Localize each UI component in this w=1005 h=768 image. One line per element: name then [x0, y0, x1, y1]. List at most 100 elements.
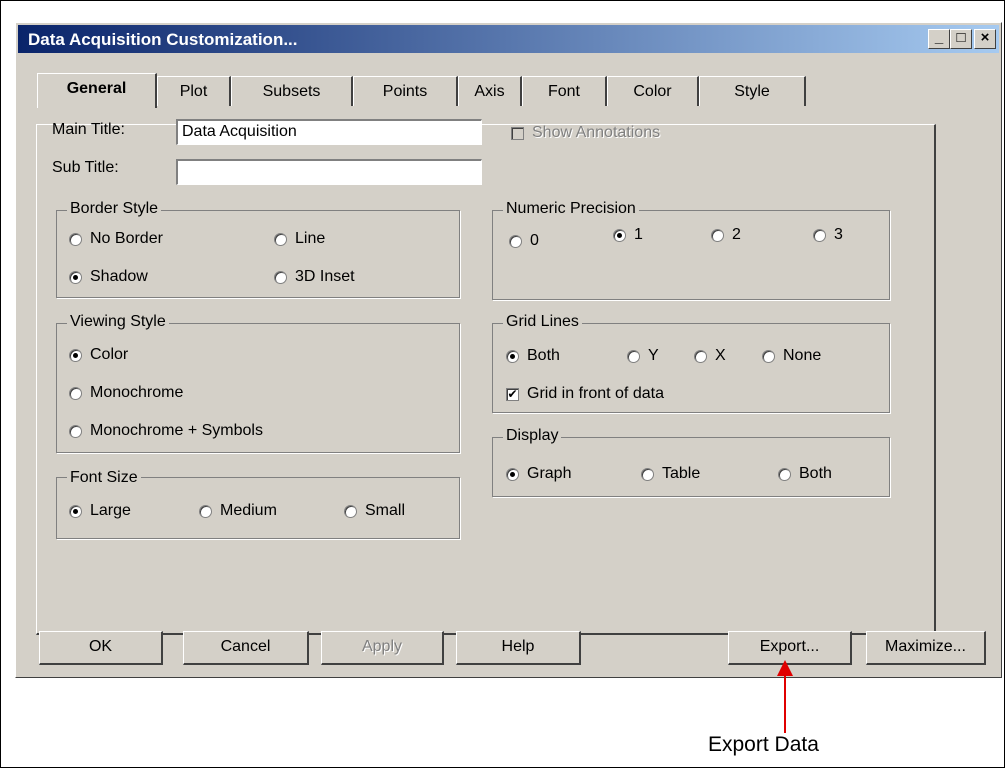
radio-label: Table: [662, 465, 701, 482]
radio-label: Both: [799, 465, 832, 482]
radio-icon: [274, 232, 287, 246]
dialog-window: Data Acquisition Customization... _ □ × …: [15, 22, 1002, 678]
minimize-button[interactable]: _: [928, 29, 950, 49]
display-both-radio[interactable]: Both: [778, 465, 832, 483]
radio-label: Graph: [527, 465, 572, 482]
display-graph-radio[interactable]: Graph: [506, 465, 571, 483]
radio-icon: [509, 234, 522, 248]
radio-icon: [274, 270, 287, 284]
radio-icon: [69, 386, 82, 400]
tab-axis[interactable]: Axis: [458, 76, 522, 106]
radio-icon: [199, 504, 212, 518]
radio-label: None: [783, 347, 822, 364]
radio-icon: [762, 349, 775, 363]
precision-1-radio[interactable]: 1: [613, 226, 643, 244]
radio-label: Both: [527, 347, 560, 364]
help-button[interactable]: Help: [456, 631, 581, 665]
border-3d-inset-radio[interactable]: 3D Inset: [274, 268, 355, 286]
radio-label: Y: [648, 347, 659, 364]
viewing-monochrome-symbols-radio[interactable]: Monochrome + Symbols: [69, 422, 263, 440]
maximize-dialog-button[interactable]: Maximize...: [866, 631, 986, 665]
radio-icon: [641, 467, 654, 481]
ok-button[interactable]: OK: [39, 631, 163, 665]
radio-selected-icon: [69, 348, 82, 362]
tab-font[interactable]: Font: [522, 76, 607, 106]
cancel-button[interactable]: Cancel: [183, 631, 309, 665]
radio-label: 0: [530, 232, 539, 249]
main-title-input[interactable]: Data Acquisition: [176, 119, 482, 145]
radio-label: Shadow: [90, 268, 148, 285]
tab-general[interactable]: General: [37, 73, 157, 108]
main-title-label: Main Title:: [52, 121, 125, 138]
grid-y-radio[interactable]: Y: [627, 347, 659, 365]
tab-color[interactable]: Color: [607, 76, 699, 106]
radio-label: Small: [365, 502, 406, 519]
precision-3-radio[interactable]: 3: [813, 226, 843, 244]
precision-0-radio[interactable]: 0: [509, 232, 539, 250]
border-line-radio[interactable]: Line: [274, 230, 325, 248]
radio-icon: [813, 228, 826, 242]
grid-lines-legend: Grid Lines: [503, 313, 582, 331]
maximize-window-button[interactable]: □: [950, 29, 972, 49]
arrow-up-icon: [777, 660, 793, 676]
callout-export-data: Export Data: [708, 733, 819, 756]
radio-selected-icon: [613, 228, 626, 242]
apply-button[interactable]: Apply: [321, 631, 444, 665]
grid-both-radio[interactable]: Both: [506, 347, 560, 365]
numeric-precision-group: Numeric Precision: [492, 200, 890, 300]
radio-label: Line: [295, 230, 326, 247]
radio-icon: [694, 349, 707, 363]
font-size-small-radio[interactable]: Small: [344, 502, 405, 520]
radio-selected-icon: [506, 467, 519, 481]
border-shadow-radio[interactable]: Shadow: [69, 268, 148, 286]
radio-icon: [69, 232, 82, 246]
radio-label: 3: [834, 226, 843, 243]
grid-in-front-label: Grid in front of data: [527, 385, 664, 402]
radio-selected-icon: [69, 270, 82, 284]
radio-label: Color: [90, 346, 129, 363]
callout-line: [784, 675, 786, 733]
radio-label: Monochrome: [90, 384, 184, 401]
radio-icon: [778, 467, 791, 481]
radio-label: 2: [732, 226, 741, 243]
radio-label: 1: [634, 226, 643, 243]
title-bar: Data Acquisition Customization... _ □ ×: [18, 25, 999, 53]
checkmark-icon: ✔: [506, 386, 519, 401]
window-title: Data Acquisition Customization...: [28, 30, 298, 49]
tab-plot[interactable]: Plot: [157, 76, 231, 106]
sub-title-input[interactable]: [176, 159, 482, 185]
border-no-border-radio[interactable]: No Border: [69, 230, 163, 248]
radio-label: X: [715, 347, 726, 364]
radio-icon: [69, 424, 82, 438]
display-legend: Display: [503, 427, 562, 445]
radio-selected-icon: [69, 504, 82, 518]
tab-subsets[interactable]: Subsets: [231, 76, 353, 106]
tab-style[interactable]: Style: [699, 76, 806, 106]
close-button[interactable]: ×: [974, 29, 996, 49]
grid-x-radio[interactable]: X: [694, 347, 726, 365]
radio-icon: [711, 228, 724, 242]
viewing-monochrome-radio[interactable]: Monochrome: [69, 384, 183, 402]
grid-in-front-checkbox[interactable]: ✔ Grid in front of data: [506, 385, 664, 403]
border-style-legend: Border Style: [67, 200, 162, 218]
radio-selected-icon: [506, 349, 519, 363]
radio-label: No Border: [90, 230, 163, 247]
radio-label: Medium: [220, 502, 277, 519]
viewing-style-legend: Viewing Style: [67, 313, 169, 331]
viewing-color-radio[interactable]: Color: [69, 346, 128, 364]
display-table-radio[interactable]: Table: [641, 465, 700, 483]
show-annotations-checkbox[interactable]: Show Annotations: [511, 124, 660, 142]
font-size-large-radio[interactable]: Large: [69, 502, 131, 520]
precision-2-radio[interactable]: 2: [711, 226, 741, 244]
tab-points[interactable]: Points: [353, 76, 458, 106]
radio-icon: [627, 349, 640, 363]
font-size-medium-radio[interactable]: Medium: [199, 502, 277, 520]
radio-label: Monochrome + Symbols: [90, 422, 263, 439]
numeric-precision-legend: Numeric Precision: [503, 200, 639, 218]
sub-title-label: Sub Title:: [52, 159, 119, 176]
radio-label: 3D Inset: [295, 268, 355, 285]
radio-label: Large: [90, 502, 131, 519]
font-size-legend: Font Size: [67, 469, 141, 487]
grid-none-radio[interactable]: None: [762, 347, 821, 365]
show-annotations-label: Show Annotations: [532, 124, 661, 141]
